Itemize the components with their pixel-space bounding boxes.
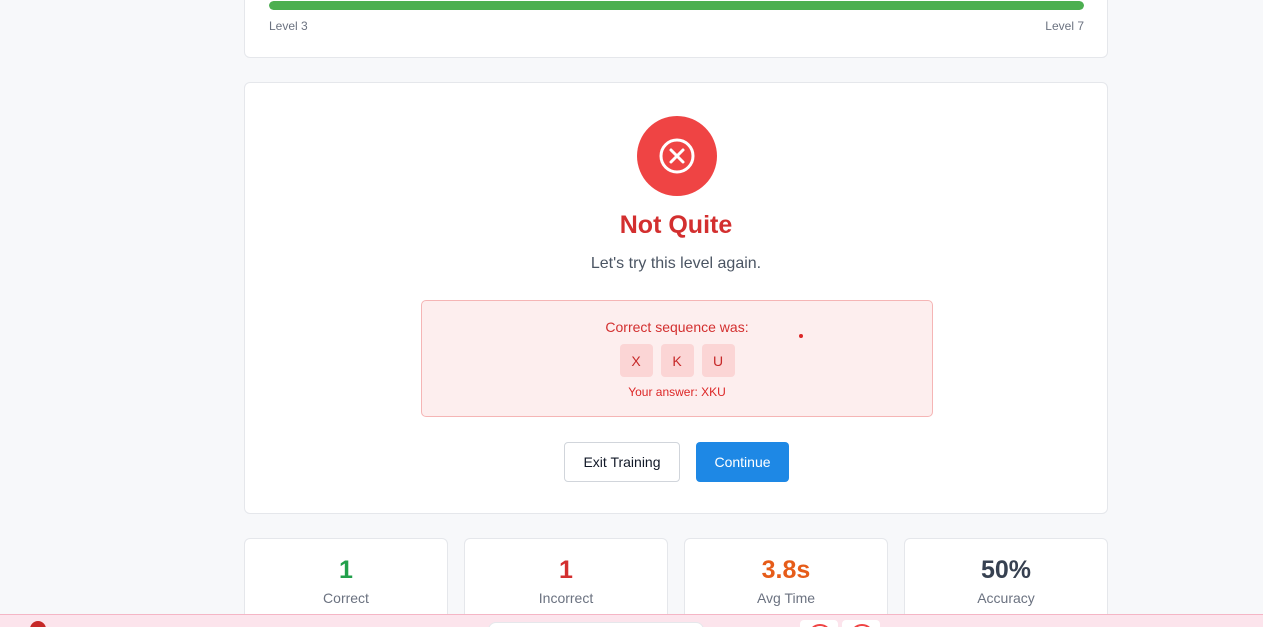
result-subtitle: Let's try this level again.	[590, 255, 762, 272]
stat-value: 1	[559, 556, 573, 584]
progress-end-label: Level 7	[1045, 19, 1084, 33]
sequence-chip: K	[660, 344, 694, 377]
stat-label: Correct	[323, 590, 369, 606]
bottom-search-pill[interactable]	[488, 622, 704, 627]
stat-value: 3.8s	[761, 556, 811, 584]
continue-button[interactable]: Continue	[696, 442, 789, 482]
notification-badge-icon[interactable]	[30, 621, 46, 627]
record-icon[interactable]	[842, 620, 880, 627]
stat-label: Accuracy	[977, 590, 1035, 606]
stat-label: Avg Time	[756, 590, 816, 606]
bottom-toolbar	[0, 614, 1263, 627]
progress-start-label: Level 3	[269, 19, 308, 33]
sequence-chip: X	[619, 344, 653, 377]
your-answer: Your answer: XKU	[628, 385, 726, 399]
progress-labels: Level 3 Level 7	[269, 19, 1084, 33]
exit-training-button[interactable]: Exit Training	[564, 442, 680, 482]
record-icon[interactable]	[800, 620, 838, 627]
level-progress-card: Level 3 Level 7	[244, 0, 1108, 58]
sequence-chip: U	[701, 344, 735, 377]
stat-value: 50%	[980, 556, 1032, 584]
level-progress-fill	[269, 1, 1084, 10]
result-title: Not Quite	[619, 211, 733, 239]
level-progress-bar	[269, 1, 1084, 10]
stat-label: Incorrect	[538, 590, 594, 606]
correct-sequence-panel: Correct sequence was: X K U Your answer:…	[421, 300, 933, 417]
x-circle-icon	[637, 116, 717, 196]
sequence-label: Correct sequence was:	[605, 319, 749, 335]
stat-value: 1	[339, 556, 353, 584]
result-card: Not Quite Let's try this level again. Co…	[244, 82, 1108, 514]
cursor-dot	[799, 334, 803, 338]
sequence-chips: X K U	[422, 344, 932, 377]
